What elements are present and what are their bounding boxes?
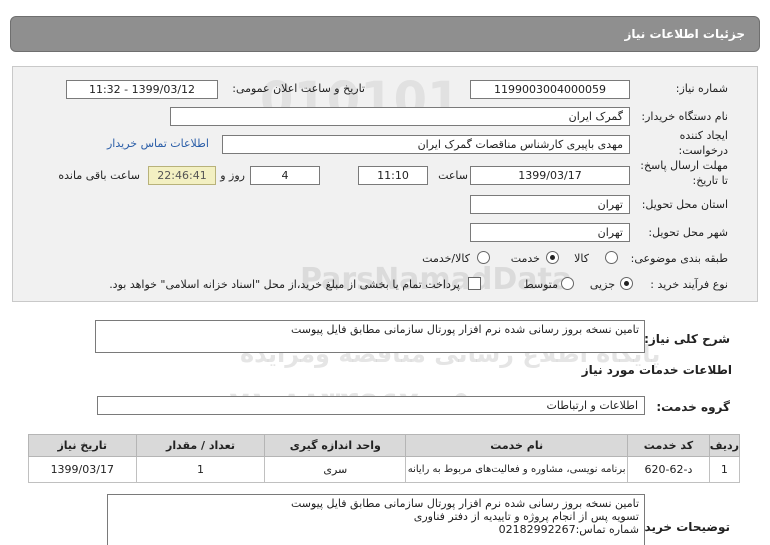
requester-label-line2: درخواست:: [678, 144, 728, 157]
table-header-row: ردیف کد خدمت نام خدمت واحد اندازه گیری ت…: [28, 434, 741, 457]
buyer-notes-line: تامین نسخه بروز رسانی شده نرم افزار پورت…: [290, 497, 639, 510]
requester-field: مهدی باپیری کارشناس مناقصات گمرک ایران: [222, 135, 630, 154]
category-option-service: خدمت: [510, 252, 540, 265]
buyer-org-field: گمرک ایران: [170, 107, 630, 126]
service-group-field: اطلاعات و ارتباطات: [97, 396, 645, 415]
deadline-label-line2: تا تاریخ:: [692, 174, 728, 187]
category-radio-service[interactable]: [546, 251, 559, 264]
category-radio-goods-service[interactable]: [477, 251, 490, 264]
buyer-notes-line: تسویه پس از انجام پروژه و تاییدیه از دفت…: [413, 510, 639, 523]
treasury-payment-note: پرداخت تمام یا بخشی از مبلغ خرید،از محل …: [109, 278, 460, 291]
cell-unit: سری: [264, 456, 407, 483]
purchase-process-label: نوع فرآیند خرید :: [650, 278, 728, 291]
buyer-org-label: نام دستگاه خریدار:: [641, 110, 728, 123]
category-label: طبقه بندی موضوعی:: [630, 252, 728, 265]
buyer-notes-line: شماره تماس:02182992267: [498, 523, 639, 536]
cell-qty: 1: [135, 456, 266, 483]
requester-label-line1: ایجاد کننده: [679, 129, 728, 142]
city-field: تهران: [470, 223, 630, 242]
col-date-header: تاریخ نیاز: [28, 434, 137, 457]
cell-date: 1399/03/17: [28, 456, 137, 483]
need-number-field: 1199003004000059: [470, 80, 630, 99]
col-unit-header: واحد اندازه گیری: [264, 434, 407, 457]
summary-field: تامین نسخه بروز رسانی شده نرم افزار پورت…: [95, 320, 645, 353]
deadline-time-field: 11:10: [358, 166, 428, 185]
announce-datetime-label: تاریخ و ساعت اعلان عمومی:: [232, 82, 365, 95]
deadline-date-field: 1399/03/17: [470, 166, 630, 185]
process-option-minor: جزیی: [589, 278, 615, 291]
deadline-label-line1: مهلت ارسال پاسخ:: [640, 159, 728, 172]
services-table: ردیف کد خدمت نام خدمت واحد اندازه گیری ت…: [28, 434, 741, 483]
summary-label: شرح کلی نیاز:: [644, 332, 730, 346]
remaining-time-label: ساعت باقی مانده: [58, 169, 140, 182]
process-option-medium: متوسط: [523, 278, 558, 291]
col-code-header: کد خدمت: [627, 434, 710, 457]
treasury-payment-checkbox[interactable]: [468, 277, 481, 290]
city-label: شهر محل تحویل:: [648, 226, 728, 239]
cell-name: برنامه نویسی، مشاوره و فعالیت‌های مربوط …: [405, 456, 629, 483]
service-group-label: گروه خدمت:: [656, 400, 730, 414]
province-field: تهران: [470, 195, 630, 214]
page-header: جزئیات اطلاعات نیاز: [10, 16, 760, 52]
announce-datetime-field: 1399/03/12 - 11:32: [66, 80, 218, 99]
process-radio-medium[interactable]: [561, 277, 574, 290]
deadline-time-label: ساعت: [438, 169, 468, 182]
buyer-notes-field: تامین نسخه بروز رسانی شده نرم افزار پورت…: [107, 494, 645, 545]
cell-row: 1: [708, 456, 741, 483]
deadline-days-field: 4: [250, 166, 320, 185]
category-radio-goods[interactable]: [605, 251, 618, 264]
process-radio-minor[interactable]: [620, 277, 633, 290]
page-title: جزئیات اطلاعات نیاز: [624, 27, 745, 41]
col-qty-header: تعداد / مقدار: [135, 434, 266, 457]
cell-code: د-62-620: [627, 456, 710, 483]
buyer-contact-link[interactable]: اطلاعات تماس خریدار: [107, 137, 209, 150]
col-name-header: نام خدمت: [405, 434, 629, 457]
deadline-days-label: روز و: [220, 169, 245, 182]
category-option-goods: کالا: [574, 252, 589, 265]
table-row: 1 د-62-620 برنامه نویسی، مشاوره و فعالیت…: [28, 456, 741, 483]
services-section-title: اطلاعات خدمات مورد نیاز: [581, 363, 732, 377]
remaining-time-display: 22:46:41: [148, 166, 216, 185]
need-number-label: شماره نیاز:: [675, 82, 728, 95]
col-row-header: ردیف: [708, 434, 741, 457]
category-option-goods-service: کالا/خدمت: [422, 252, 470, 265]
province-label: استان محل تحویل:: [641, 198, 728, 211]
